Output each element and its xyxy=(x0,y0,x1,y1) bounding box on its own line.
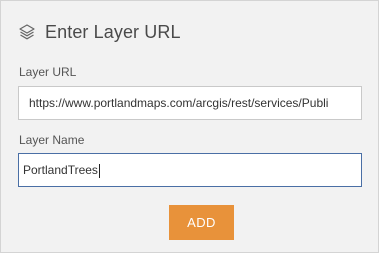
layer-name-label: Layer Name xyxy=(19,133,85,147)
layer-name-input[interactable]: PortlandTrees xyxy=(18,153,362,187)
layer-name-value: PortlandTrees xyxy=(23,163,98,177)
enter-layer-url-panel: Enter Layer URL Layer URL https://www.po… xyxy=(0,0,379,253)
layer-url-input[interactable]: https://www.portlandmaps.com/arcgis/rest… xyxy=(18,86,362,120)
layers-icon xyxy=(18,23,36,41)
panel-title: Enter Layer URL xyxy=(45,21,181,42)
panel-header: Enter Layer URL xyxy=(18,19,181,45)
add-button[interactable]: ADD xyxy=(169,205,234,240)
layer-url-label: Layer URL xyxy=(19,65,77,79)
text-caret xyxy=(98,163,100,178)
